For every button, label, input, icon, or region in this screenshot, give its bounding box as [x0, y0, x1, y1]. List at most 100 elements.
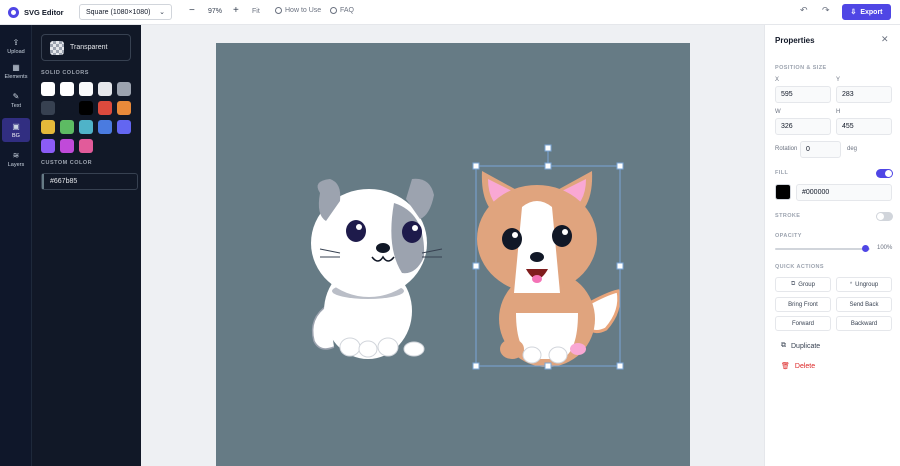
left-nav-rail: ⇪ Upload ▦ Elements ✎ Text ▣ BG ≋ Layers — [0, 25, 32, 466]
ungroup-button[interactable]: * Ungroup — [836, 277, 892, 292]
color-swatch[interactable] — [41, 82, 55, 96]
color-swatch[interactable] — [117, 82, 131, 96]
custom-color-preview — [42, 174, 44, 189]
undo-icon[interactable]: ↶ — [800, 5, 808, 16]
color-swatch[interactable] — [60, 120, 74, 134]
transparent-bg-button[interactable]: Transparent — [41, 34, 131, 61]
color-swatch[interactable] — [79, 139, 93, 153]
rotation-input[interactable]: 0 — [800, 141, 841, 158]
rail-item-text[interactable]: ✎ Text — [2, 88, 30, 112]
color-swatch[interactable] — [79, 101, 93, 115]
properties-title: Properties — [775, 36, 815, 45]
color-swatch[interactable] — [98, 82, 112, 96]
zoom-in-button[interactable]: + — [233, 5, 239, 16]
question-circle-icon — [330, 7, 337, 14]
rail-item-upload[interactable]: ⇪ Upload — [2, 34, 30, 58]
fill-color-swatch[interactable] — [775, 184, 791, 200]
faq-button[interactable]: FAQ — [330, 7, 354, 14]
canvas-size-select[interactable]: Square (1080×1080) ⌄ — [79, 4, 172, 20]
quick-actions-label: QUICK ACTIONS — [775, 264, 824, 270]
artboard-svg — [311, 144, 624, 370]
zoom-out-button[interactable]: − — [189, 5, 195, 16]
color-swatch[interactable] — [117, 101, 131, 115]
color-swatch[interactable] — [41, 139, 55, 153]
bring-front-button[interactable]: Bring Front — [775, 297, 831, 312]
close-icon[interactable]: ✕ — [881, 34, 889, 45]
rail-item-layers[interactable]: ≋ Layers — [2, 147, 30, 171]
fill-toggle[interactable] — [876, 169, 893, 178]
color-swatch[interactable] — [79, 120, 93, 134]
logo-icon — [8, 6, 19, 18]
color-swatch[interactable] — [41, 120, 55, 134]
custom-color-input[interactable]: #667b85 — [41, 173, 138, 190]
h-label: H — [836, 109, 841, 115]
layers-icon: ≋ — [12, 150, 20, 160]
y-label: Y — [836, 77, 841, 83]
color-swatch[interactable] — [60, 82, 74, 96]
stroke-label: STROKE — [775, 213, 801, 219]
custom-color-value: #667b85 — [50, 178, 78, 185]
properties-panel: Properties ✕ POSITION & SIZE X Y 595 283… — [764, 25, 900, 466]
rail-item-bg[interactable]: ▣ BG — [2, 118, 30, 142]
forward-button[interactable]: Forward — [775, 316, 831, 331]
x-label: X — [775, 77, 780, 83]
color-swatch[interactable] — [41, 101, 55, 115]
ungroup-icon: * — [849, 281, 853, 288]
position-size-label: POSITION & SIZE — [775, 65, 827, 71]
color-swatch[interactable] — [98, 120, 112, 134]
how-to-use-label: How to Use — [285, 7, 322, 14]
height-input[interactable]: 455 — [836, 118, 892, 135]
how-to-use-button[interactable]: How to Use — [275, 7, 321, 14]
app-logo: SVG Editor — [8, 6, 64, 18]
opacity-value: 100% — [877, 245, 893, 251]
corgi-illustration[interactable] — [477, 171, 621, 367]
rail-label-elements: Elements — [4, 73, 28, 80]
background-panel: Transparent SOLID COLORS CUSTOM COLOR #6… — [32, 25, 141, 466]
export-icon: ⇩ — [850, 9, 857, 16]
rotation-unit: deg — [847, 146, 858, 152]
export-label: Export — [860, 8, 883, 16]
upload-icon: ⇪ — [12, 37, 20, 47]
fit-button[interactable]: Fit — [252, 8, 260, 15]
opacity-slider-handle[interactable] — [862, 245, 869, 252]
chevron-down-icon: ⌄ — [159, 9, 165, 16]
color-swatch[interactable] — [60, 101, 74, 115]
color-swatch[interactable] — [60, 139, 74, 153]
artboard[interactable] — [216, 43, 690, 466]
ungroup-label: Ungroup — [855, 281, 879, 288]
rotation-label: Rotation — [775, 146, 798, 152]
opacity-label: OPACITY — [775, 233, 802, 239]
width-input[interactable]: 326 — [775, 118, 831, 135]
duplicate-label: Duplicate — [791, 342, 821, 350]
fill-color-input[interactable]: #000000 — [796, 184, 892, 201]
x-input[interactable]: 595 — [775, 86, 831, 103]
duplicate-icon: ⧉ — [781, 342, 786, 349]
delete-label: Delete — [794, 362, 816, 370]
rail-label-upload: Upload — [7, 48, 25, 55]
redo-icon[interactable]: ↷ — [822, 5, 830, 16]
opacity-slider-track[interactable] — [775, 248, 870, 250]
rail-label-text: Text — [10, 102, 22, 109]
color-swatch[interactable] — [98, 101, 112, 115]
text-icon: ✎ — [12, 91, 20, 101]
duplicate-button[interactable]: ⧉ Duplicate — [781, 342, 820, 350]
group-button[interactable]: ⧉ Group — [775, 277, 831, 292]
dog-illustration[interactable] — [311, 178, 443, 359]
fill-toggle-knob — [885, 170, 892, 177]
stroke-toggle-knob — [877, 213, 884, 220]
send-back-button[interactable]: Send Back — [836, 297, 892, 312]
stroke-toggle[interactable] — [876, 212, 893, 221]
delete-button[interactable]: 🗑 Delete — [781, 362, 816, 371]
color-swatch[interactable] — [79, 82, 93, 96]
backward-button[interactable]: Backward — [836, 316, 892, 331]
zoom-level: 97% — [208, 8, 223, 15]
app-title: SVG Editor — [24, 7, 64, 17]
checkerboard-icon — [50, 40, 64, 55]
export-button[interactable]: ⇩ Export — [842, 4, 891, 20]
color-swatch[interactable] — [117, 120, 131, 134]
rail-item-elements[interactable]: ▦ Elements — [2, 59, 30, 83]
top-toolbar: SVG Editor Square (1080×1080) ⌄ − 97% + … — [0, 0, 900, 25]
y-input[interactable]: 283 — [836, 86, 892, 103]
custom-color-label: CUSTOM COLOR — [41, 160, 93, 166]
group-label: Group — [798, 281, 815, 288]
